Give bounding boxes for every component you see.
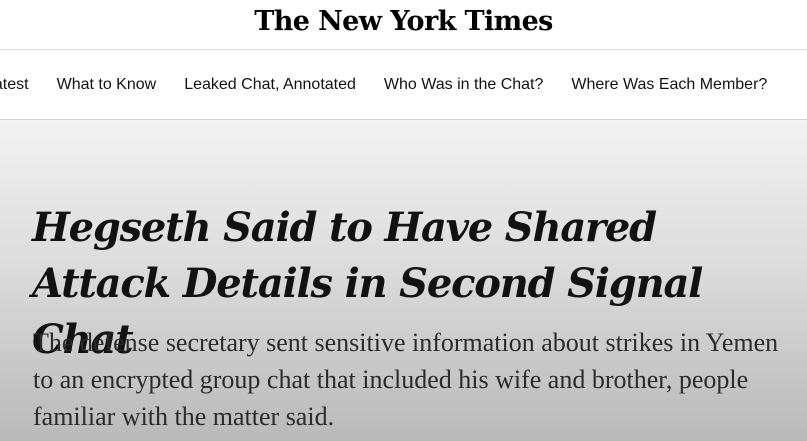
article-hero: Hegseth Said to Have Shared Attack Detai… (0, 120, 807, 441)
nyt-logo[interactable]: The New York Times (0, 6, 807, 37)
story-nav: Latest What to Know Leaked Chat, Annotat… (0, 50, 807, 120)
nav-item-latest[interactable]: Latest (0, 75, 29, 95)
article-summary: The defense secretary sent sensitive inf… (33, 328, 779, 431)
story-nav-items: Latest What to Know Leaked Chat, Annotat… (0, 75, 795, 95)
nav-item-what-to-know[interactable]: What to Know (57, 75, 157, 95)
nav-item-leaked-chat-annotated[interactable]: Leaked Chat, Annotated (184, 75, 356, 95)
nav-item-where-was-each-member[interactable]: Where Was Each Member? (571, 75, 767, 95)
nav-item-who-was-in-chat[interactable]: Who Was in the Chat? (384, 75, 543, 95)
masthead: The New York Times (0, 0, 807, 50)
